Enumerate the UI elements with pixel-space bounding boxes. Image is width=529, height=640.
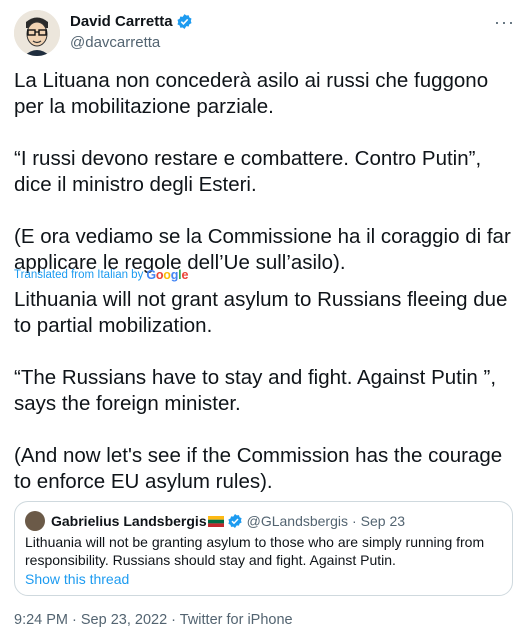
original-paragraph: La Lituana non concederà asilo ai russi … bbox=[14, 69, 489, 118]
quoted-avatar[interactable] bbox=[25, 511, 45, 531]
google-logo-letter: e bbox=[181, 268, 189, 282]
google-logo: Google bbox=[146, 268, 188, 282]
avatar[interactable] bbox=[14, 10, 60, 56]
original-paragraph: “I russi devono restare e combattere. Co… bbox=[14, 147, 482, 196]
google-logo-letter: o bbox=[163, 268, 171, 282]
avatar-caricature-icon bbox=[14, 10, 60, 56]
google-logo-letter: G bbox=[146, 268, 156, 282]
separator-dot: · bbox=[352, 513, 357, 529]
show-thread-link[interactable]: Show this thread bbox=[25, 571, 129, 587]
more-options-icon[interactable]: ··· bbox=[494, 12, 515, 33]
author-name[interactable]: David Carretta bbox=[70, 13, 173, 30]
tweet-header: David Carretta @davcarretta ··· bbox=[14, 10, 517, 56]
lithuania-flag-icon bbox=[207, 515, 224, 527]
tweet-timestamp-source[interactable]: 9:24 PM · Sep 23, 2022 · Twitter for iPh… bbox=[14, 612, 293, 628]
quoted-tweet-text: Lithuania will not be granting asylum to… bbox=[25, 534, 485, 568]
verified-badge-icon bbox=[228, 514, 242, 528]
translated-paragraph: (And now let's see if the Commission has… bbox=[14, 444, 503, 493]
translated-paragraph: Lithuania will not grant asylum to Russi… bbox=[14, 288, 508, 337]
verified-badge-icon bbox=[177, 14, 192, 29]
translation-note-label: Translated from Italian by bbox=[14, 269, 144, 281]
translation-note[interactable]: Translated from Italian by Google bbox=[14, 268, 188, 282]
quoted-author-handle: @GLandsbergis bbox=[246, 513, 348, 529]
tweet: David Carretta @davcarretta ··· La Litua… bbox=[0, 0, 529, 640]
tweet-original-text: La Lituana non concederà asilo ai russi … bbox=[14, 68, 517, 276]
author-handle[interactable]: @davcarretta bbox=[70, 34, 160, 51]
translated-paragraph: “The Russians have to stay and fight. Ag… bbox=[14, 366, 497, 415]
author-name-row: David Carretta bbox=[70, 13, 193, 30]
quoted-date[interactable]: Sep 23 bbox=[361, 513, 405, 529]
quoted-tweet-header: Gabrielius Landsbergis @GLandsbergis · S… bbox=[25, 511, 405, 531]
tweet-translated-text: Lithuania will not grant asylum to Russi… bbox=[14, 287, 517, 495]
quoted-author-name[interactable]: Gabrielius Landsbergis bbox=[51, 513, 207, 529]
quoted-tweet[interactable]: Gabrielius Landsbergis @GLandsbergis · S… bbox=[14, 501, 513, 596]
